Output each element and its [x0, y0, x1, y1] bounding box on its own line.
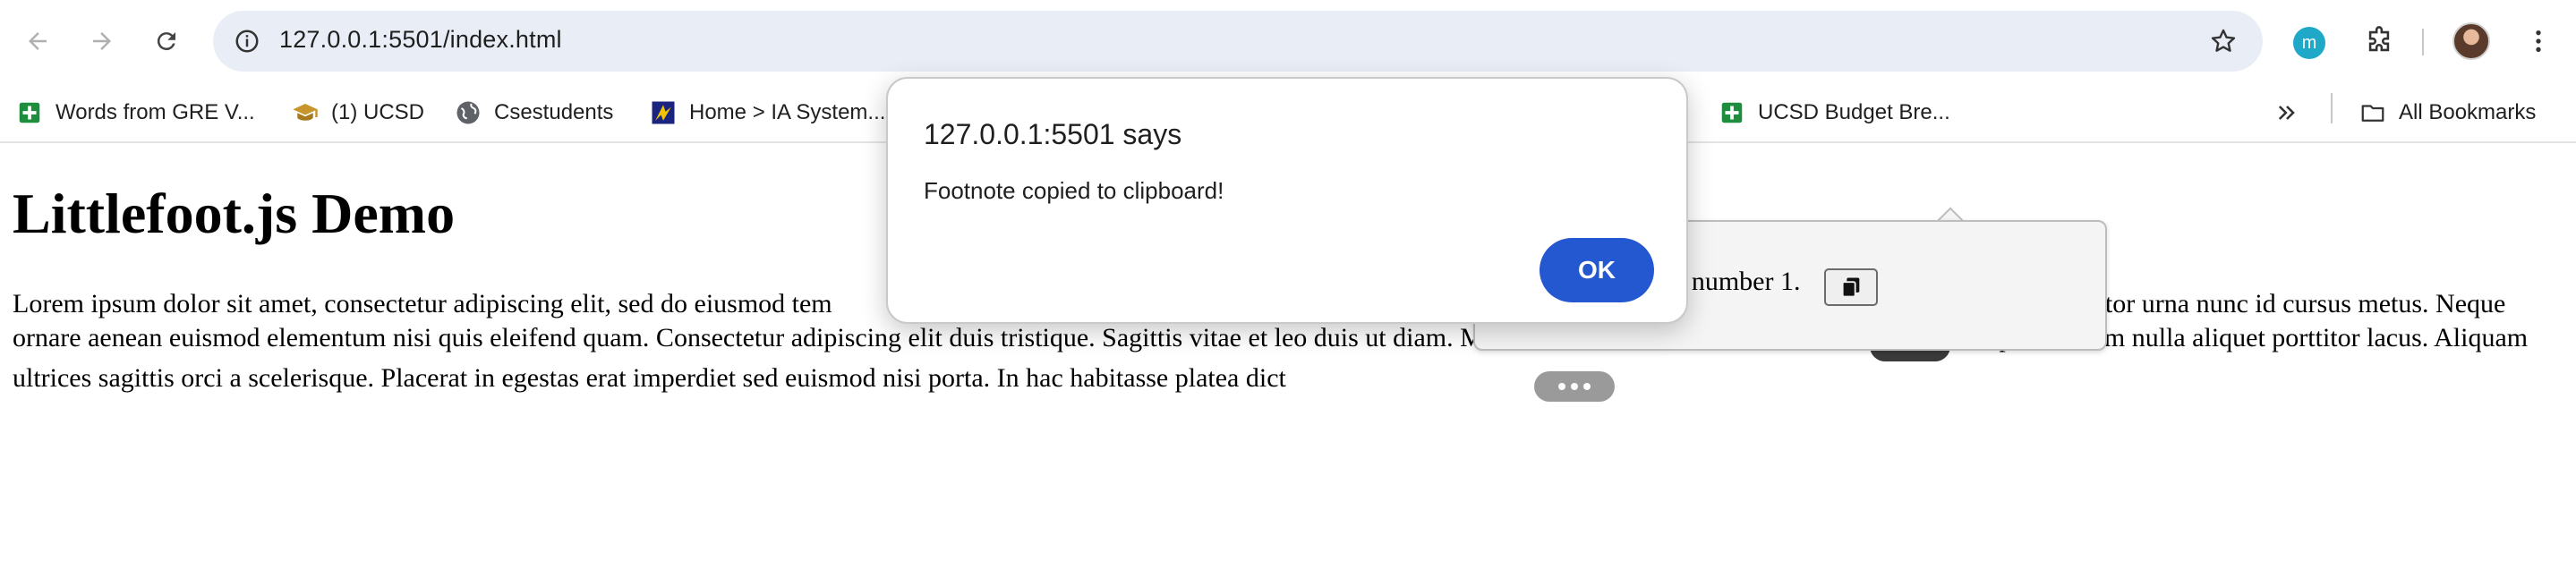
toolbar-divider: [2422, 29, 2424, 55]
bookmark-label: (1) UCSD: [331, 100, 425, 124]
globe-icon: [455, 99, 482, 126]
graduation-cap-icon: [292, 99, 319, 126]
double-chevron-right-icon: [2273, 99, 2300, 126]
page-title: Littlefoot.js Demo: [13, 182, 456, 245]
browser-toolbar: 127.0.0.1:5501/index.html m: [0, 0, 2576, 82]
address-bar[interactable]: 127.0.0.1:5501/index.html: [213, 11, 2263, 72]
profile-avatar[interactable]: [2452, 22, 2490, 60]
site-info-icon[interactable]: [227, 21, 267, 61]
arrow-right-icon: [93, 32, 111, 50]
back-button[interactable]: [16, 20, 59, 63]
bookmark-label: Words from GRE V...: [55, 100, 255, 124]
bookmark-label: Csestudents: [494, 100, 614, 124]
bookmark-ucsd[interactable]: (1) UCSD: [292, 95, 424, 131]
bookmark-label: Home > IA System...: [689, 100, 886, 124]
folder-icon: [2359, 99, 2386, 126]
bookmark-words-gre[interactable]: Words from GRE V...: [16, 95, 255, 131]
paragraph-text: Lorem ipsum dolor sit amet, consectetur …: [13, 289, 832, 318]
url-text[interactable]: 127.0.0.1:5501/index.html: [279, 26, 562, 54]
alert-dialog: 127.0.0.1:5501 says Footnote copied to c…: [886, 77, 1688, 324]
bookmark-star-icon[interactable]: [2205, 23, 2241, 59]
bookmark-ucsd-budget[interactable]: UCSD Budget Bre...: [1719, 95, 1950, 131]
ok-button[interactable]: OK: [1540, 238, 1654, 302]
dialog-message: Footnote copied to clipboard!: [924, 177, 1224, 204]
dialog-title: 127.0.0.1:5501 says: [924, 118, 1182, 150]
more-menu-icon[interactable]: [2519, 21, 2558, 61]
bookmarks-overflow-button[interactable]: [2273, 95, 2313, 131]
ia-logo-icon: [650, 99, 677, 126]
sheets-icon: [1719, 99, 1745, 126]
bookmark-csestudents[interactable]: Csestudents: [455, 95, 613, 131]
bookmarks-divider: [2331, 93, 2333, 123]
copy-footnote-button[interactable]: [1824, 268, 1878, 306]
reload-icon: [157, 32, 175, 51]
copy-icon: [1841, 277, 1860, 298]
footnote-button-2[interactable]: [1533, 371, 1615, 402]
arrow-left-icon: [29, 32, 47, 50]
bookmark-label: UCSD Budget Bre...: [1758, 100, 1950, 124]
all-bookmarks-label: All Bookmarks: [2399, 100, 2537, 124]
all-bookmarks-button[interactable]: All Bookmarks: [2359, 95, 2536, 131]
bookmark-ia-system[interactable]: Home > IA System...: [650, 95, 885, 131]
sheets-icon: [16, 99, 43, 126]
extension-m-icon[interactable]: m: [2293, 27, 2325, 59]
extensions-puzzle-icon[interactable]: [2359, 21, 2399, 61]
reload-button[interactable]: [145, 20, 188, 63]
forward-button[interactable]: [81, 20, 124, 63]
